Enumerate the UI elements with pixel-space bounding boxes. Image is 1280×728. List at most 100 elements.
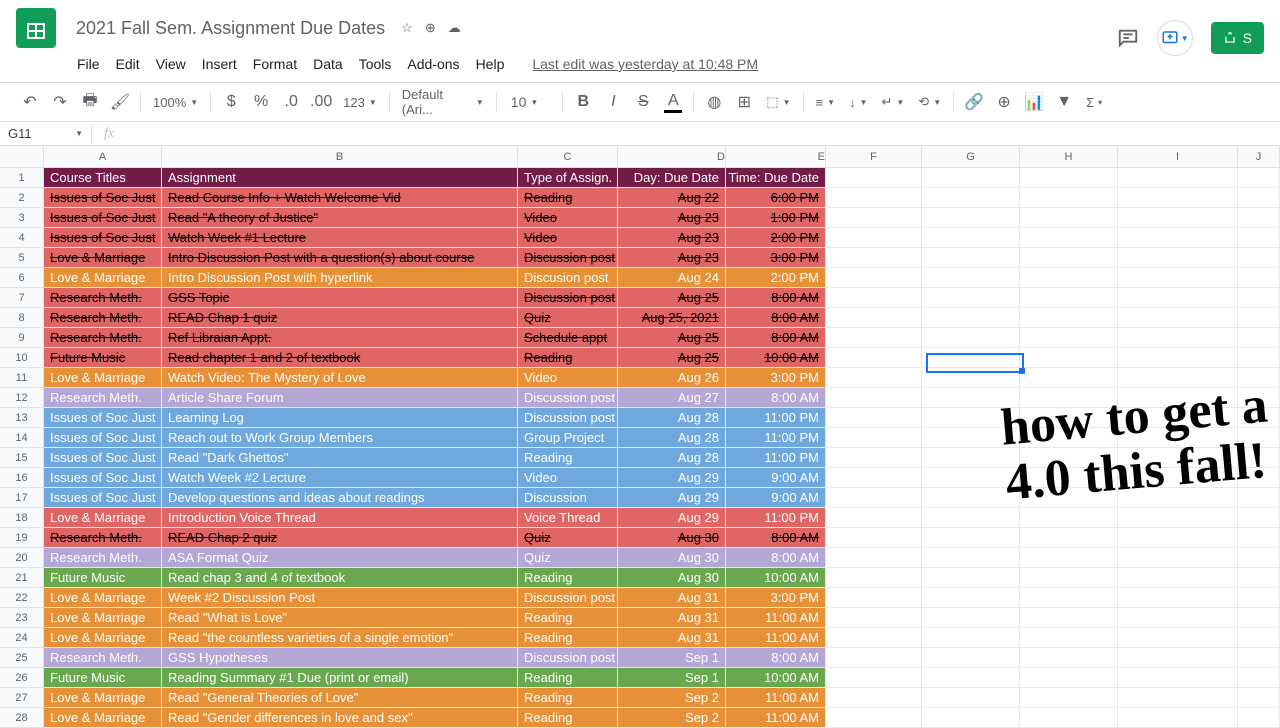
empty-cell[interactable]	[826, 488, 922, 508]
data-cell[interactable]: Love & Marriage	[44, 268, 162, 288]
empty-cell[interactable]	[826, 708, 922, 728]
data-cell[interactable]: GSS Topic	[162, 288, 518, 308]
data-cell[interactable]: Reading Summary #1 Due (print or email)	[162, 668, 518, 688]
empty-cell[interactable]	[1020, 548, 1118, 568]
empty-cell[interactable]	[1118, 688, 1238, 708]
col-header-H[interactable]: H	[1020, 146, 1118, 168]
col-header-C[interactable]: C	[518, 146, 618, 168]
empty-cell[interactable]	[1020, 688, 1118, 708]
empty-cell[interactable]	[1020, 668, 1118, 688]
empty-cell[interactable]	[826, 348, 922, 368]
data-cell[interactable]: 8:00 AM	[726, 308, 826, 328]
data-cell[interactable]: Aug 23	[618, 208, 726, 228]
empty-cell[interactable]	[826, 168, 922, 188]
data-cell[interactable]: Future Music	[44, 668, 162, 688]
empty-cell[interactable]	[826, 228, 922, 248]
empty-cell[interactable]	[1118, 448, 1238, 468]
header-cell[interactable]: Day: Due Date	[618, 168, 726, 188]
data-cell[interactable]: Aug 23	[618, 228, 726, 248]
data-cell[interactable]: Aug 31	[618, 628, 726, 648]
halign-button[interactable]: ≡▼	[810, 95, 842, 110]
empty-cell[interactable]	[1118, 268, 1238, 288]
data-cell[interactable]: 1:00 PM	[726, 208, 826, 228]
data-cell[interactable]: Watch Week #1 Lecture	[162, 228, 518, 248]
empty-cell[interactable]	[1238, 488, 1280, 508]
more-formats-select[interactable]: 123▼	[337, 95, 383, 110]
empty-cell[interactable]	[1238, 408, 1280, 428]
data-cell[interactable]: Discussion post	[518, 388, 618, 408]
empty-cell[interactable]	[1118, 188, 1238, 208]
data-cell[interactable]: Research Meth.	[44, 288, 162, 308]
empty-cell[interactable]	[1020, 288, 1118, 308]
row-header[interactable]: 22	[0, 588, 44, 608]
header-cell[interactable]: Time: Due Date	[726, 168, 826, 188]
empty-cell[interactable]	[1238, 388, 1280, 408]
empty-cell[interactable]	[1118, 568, 1238, 588]
empty-cell[interactable]	[1238, 368, 1280, 388]
empty-cell[interactable]	[922, 528, 1020, 548]
data-cell[interactable]: Research Meth.	[44, 548, 162, 568]
empty-cell[interactable]	[1238, 348, 1280, 368]
empty-cell[interactable]	[1238, 508, 1280, 528]
functions-button[interactable]: Σ▾	[1080, 95, 1108, 110]
data-cell[interactable]: Love & Marriage	[44, 708, 162, 728]
empty-cell[interactable]	[1020, 408, 1118, 428]
empty-cell[interactable]	[922, 448, 1020, 468]
empty-cell[interactable]	[922, 328, 1020, 348]
empty-cell[interactable]	[1118, 528, 1238, 548]
empty-cell[interactable]	[922, 608, 1020, 628]
data-cell[interactable]: Quiz	[518, 528, 618, 548]
empty-cell[interactable]	[1118, 288, 1238, 308]
data-cell[interactable]: Reading	[518, 628, 618, 648]
empty-cell[interactable]	[826, 208, 922, 228]
data-cell[interactable]: Sep 1	[618, 668, 726, 688]
empty-cell[interactable]	[1238, 208, 1280, 228]
data-cell[interactable]: Week #2 Discussion Post	[162, 588, 518, 608]
chart-button[interactable]: 📊	[1020, 88, 1048, 116]
empty-cell[interactable]	[1238, 648, 1280, 668]
empty-cell[interactable]	[1020, 628, 1118, 648]
data-cell[interactable]: Aug 30	[618, 548, 726, 568]
data-cell[interactable]: Quiz	[518, 548, 618, 568]
empty-cell[interactable]	[1118, 168, 1238, 188]
empty-cell[interactable]	[826, 388, 922, 408]
data-cell[interactable]: Aug 25	[618, 348, 726, 368]
empty-cell[interactable]	[1020, 188, 1118, 208]
row-header[interactable]: 2	[0, 188, 44, 208]
percent-button[interactable]: %	[247, 88, 275, 116]
empty-cell[interactable]	[826, 668, 922, 688]
empty-cell[interactable]	[1118, 708, 1238, 728]
empty-cell[interactable]	[922, 428, 1020, 448]
empty-cell[interactable]	[826, 288, 922, 308]
text-color-button[interactable]: A	[659, 88, 687, 116]
data-cell[interactable]: READ Chap 2 quiz	[162, 528, 518, 548]
data-cell[interactable]: Reach out to Work Group Members	[162, 428, 518, 448]
valign-button[interactable]: ↓▼	[843, 95, 873, 110]
row-header[interactable]: 12	[0, 388, 44, 408]
header-cell[interactable]: Assignment	[162, 168, 518, 188]
empty-cell[interactable]	[826, 428, 922, 448]
data-cell[interactable]: Read chap 3 and 4 of textbook	[162, 568, 518, 588]
data-cell[interactable]: Love & Marriage	[44, 688, 162, 708]
data-cell[interactable]: Read "What is Love"	[162, 608, 518, 628]
empty-cell[interactable]	[922, 248, 1020, 268]
data-cell[interactable]: Read "General Theories of Love"	[162, 688, 518, 708]
row-header[interactable]: 1	[0, 168, 44, 188]
data-cell[interactable]: Read Course Info + Watch Welcome Vid	[162, 188, 518, 208]
zoom-select[interactable]: 100%▼	[147, 95, 204, 110]
data-cell[interactable]: GSS Hypotheses	[162, 648, 518, 668]
data-cell[interactable]: Aug 28	[618, 428, 726, 448]
data-cell[interactable]: 11:00 PM	[726, 408, 826, 428]
font-size-select[interactable]: 10▼	[503, 94, 557, 110]
data-cell[interactable]: Aug 24	[618, 268, 726, 288]
menu-view[interactable]: View	[149, 52, 193, 76]
empty-cell[interactable]	[1238, 268, 1280, 288]
menu-edit[interactable]: Edit	[109, 52, 147, 76]
data-cell[interactable]: Research Meth.	[44, 388, 162, 408]
data-cell[interactable]: 11:00 PM	[726, 428, 826, 448]
link-button[interactable]: 🔗	[960, 88, 988, 116]
empty-cell[interactable]	[826, 268, 922, 288]
empty-cell[interactable]	[826, 588, 922, 608]
filter-button[interactable]: ▼	[1050, 88, 1078, 116]
col-header-D[interactable]: D	[618, 146, 726, 168]
